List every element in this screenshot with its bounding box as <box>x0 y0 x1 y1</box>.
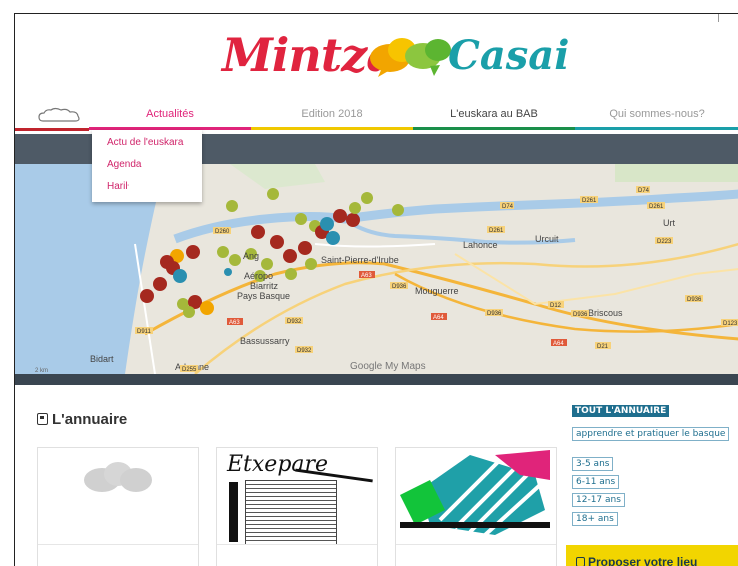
annuaire-card-1[interactable] <box>37 447 199 566</box>
svg-text:D911: D911 <box>137 329 152 335</box>
address-book-icon <box>37 413 48 425</box>
logo-clouds-icon <box>370 38 451 77</box>
nav-actualites[interactable]: Actualités <box>89 104 251 130</box>
svg-text:D932: D932 <box>297 348 312 354</box>
nav-qui-sommes[interactable]: Qui sommes-nous? <box>575 104 738 130</box>
svg-text:D936: D936 <box>487 311 502 317</box>
nav-euskara-bab-label: L'euskara au BAB <box>450 108 538 120</box>
nav-home-link[interactable] <box>15 105 89 131</box>
svg-text:D936: D936 <box>573 312 588 318</box>
svg-text:A63: A63 <box>361 273 372 279</box>
nav-edition-bar <box>251 127 413 130</box>
page-frame: Mintza Casai Actualités Edition 2018 L'e… <box>14 13 738 566</box>
svg-text:D12: D12 <box>550 303 562 309</box>
map-label-briscous: Briscous <box>588 308 623 318</box>
actualites-dropdown: Actu de l'euskara Agenda Hariŀ <box>92 130 202 202</box>
svg-text:D74: D74 <box>638 188 650 194</box>
site-logo[interactable]: Mintza Casai <box>220 26 569 96</box>
nav-qui-sommes-bar <box>575 127 738 130</box>
svg-text:D936: D936 <box>687 297 702 303</box>
svg-text:A64: A64 <box>433 315 444 321</box>
cloud-home-icon <box>38 107 80 122</box>
svg-text:D21: D21 <box>597 344 609 350</box>
colorful-logo-image <box>400 450 550 537</box>
svg-text:Aéropo: Aéropo <box>244 271 273 281</box>
annuaire-card-2[interactable]: Etxepare <box>216 447 378 566</box>
map-footer-bar <box>15 374 738 385</box>
filter-apprendre[interactable]: apprendre et pratiquer le basque <box>572 427 730 441</box>
etxepare-image: Etxepare <box>225 452 373 544</box>
svg-text:D261: D261 <box>489 228 504 234</box>
svg-text:D255: D255 <box>182 367 197 373</box>
nav-home-bar <box>15 128 89 131</box>
logo-text-right: Casai <box>448 32 570 79</box>
map-label-anglet: Ang <box>243 251 259 261</box>
nav-qui-sommes-label: Qui sommes-nous? <box>609 108 705 120</box>
svg-text:D261: D261 <box>649 204 664 210</box>
cloud-placeholder-icon <box>84 462 152 492</box>
nav-euskara-bab[interactable]: L'euskara au BAB <box>413 104 575 130</box>
filter-age-6-11[interactable]: 6-11 ans <box>572 475 620 489</box>
nav-actualites-label: Actualités <box>146 108 194 120</box>
svg-text:D260: D260 <box>215 229 230 235</box>
tout-annuaire-button[interactable]: TOUT L'ANNUAIRE <box>572 405 670 417</box>
google-mymaps-label: Google My Maps <box>350 361 426 372</box>
divider <box>718 14 719 22</box>
dropdown-agenda[interactable]: Agenda <box>107 159 141 170</box>
filter-age-3-5[interactable]: 3-5 ans <box>572 457 614 471</box>
svg-text:D932: D932 <box>287 319 302 325</box>
annuaire-card-3[interactable] <box>395 447 557 566</box>
map-label-pays-basque: Pays Basque <box>237 291 290 301</box>
map-label-bidart: Bidart <box>90 354 114 364</box>
svg-text:D936: D936 <box>392 284 407 290</box>
annuaire-title: L'annuaire <box>52 411 128 428</box>
annuaire-heading: L'annuaire <box>37 411 127 428</box>
propose-lieu-label: Proposer votre lieu <box>588 555 698 566</box>
nav-edition-label: Edition 2018 <box>301 108 363 120</box>
propose-lieu-button[interactable]: Proposer votre lieu <box>566 545 738 566</box>
map-label-mouguerre: Mouguerre <box>415 286 459 296</box>
dropdown-harid[interactable]: Hariŀ <box>107 181 129 192</box>
map-label-urcuit: Urcuit <box>535 234 559 244</box>
map-label-biarritz: Biarritz <box>250 281 279 291</box>
svg-text:D74: D74 <box>502 204 514 210</box>
dropdown-actu-euskara[interactable]: Actu de l'euskara <box>107 137 183 148</box>
filter-age-18-plus[interactable]: 18+ ans <box>572 512 618 526</box>
map-label-lahonce: Lahonce <box>463 240 498 250</box>
svg-text:D261: D261 <box>582 198 597 204</box>
svg-text:D123: D123 <box>723 321 738 327</box>
map-label-saint-pierre: Saint-Pierre-d'Irube <box>321 255 399 265</box>
filter-age-12-17[interactable]: 12-17 ans <box>572 493 625 507</box>
svg-text:D223: D223 <box>657 239 672 245</box>
nav-edition[interactable]: Edition 2018 <box>251 104 413 130</box>
svg-text:A64: A64 <box>553 341 564 347</box>
map-label-urt: Urt <box>663 218 675 228</box>
svg-text:A63: A63 <box>229 320 240 326</box>
main-nav: Actualités Edition 2018 L'euskara au BAB… <box>15 104 738 131</box>
nav-euskara-bab-bar <box>413 127 575 130</box>
map-label-bassussarry: Bassussarry <box>240 336 290 346</box>
